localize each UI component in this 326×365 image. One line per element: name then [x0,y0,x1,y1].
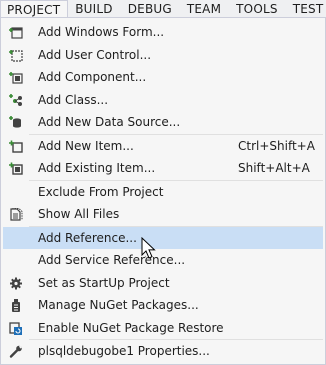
shortcut-label: Shift+Alt+A [238,161,310,176]
menu-item-label: Show All Files [38,207,120,222]
menu-test[interactable]: TEST [286,0,326,18]
menu-item-add-new-item[interactable]: Add New Item... Ctrl+Shift+A [1,135,325,158]
menu-item-label: Add Class... [38,92,109,107]
menu-item-label: plsqldebugobe1 Properties... [38,344,210,359]
menu-item-add-service-reference[interactable]: Add Service Reference... [1,249,325,272]
menu-item-label: Add Windows Form... [38,25,165,40]
new-item-icon [9,140,23,153]
menu-team[interactable]: TEAM [180,0,229,18]
menu-project[interactable]: PROJECT [0,0,69,18]
menu-build[interactable]: BUILD [68,0,120,18]
menu-item-label: Add Service Reference... [38,253,186,268]
menu-item-add-existing-item[interactable]: Add Existing Item... Shift+Alt+A [1,157,325,180]
menu-item-label: Exclude From Project [38,184,164,199]
menu-item-add-new-data-source[interactable]: Add New Data Source... [1,111,325,134]
menu-tools[interactable]: TOOLS [229,0,286,18]
menu-item-add-class[interactable]: Add Class... [1,89,325,112]
menu-item-add-user-control[interactable]: Add User Control... [1,44,325,67]
nuget-package-icon [12,299,20,312]
menu-item-add-component[interactable]: Add Component... [1,66,325,89]
menu-item-label: Add Component... [38,70,147,85]
user-control-icon [9,49,23,62]
existing-item-icon [9,162,23,175]
menu-item-add-windows-form[interactable]: Add Windows Form... [1,21,325,44]
menu-item-exclude-from-project[interactable]: Exclude From Project [1,181,325,204]
menu-debug[interactable]: DEBUG [121,0,180,18]
gear-icon [10,277,22,289]
wrench-icon [9,345,22,358]
show-all-files-icon [10,208,23,221]
component-icon [9,72,23,84]
menu-item-show-all-files[interactable]: Show All Files [1,203,325,226]
menu-item-label: Add Existing Item... [38,161,156,176]
menu-item-label: Manage NuGet Packages... [38,298,199,313]
class-icon [9,93,22,106]
menu-item-enable-nuget-package-restore[interactable]: Enable NuGet Package Restore [1,317,325,340]
menu-item-label: Set as StartUp Project [38,275,170,290]
menu-item-properties[interactable]: plsqldebugobe1 Properties... [1,340,325,363]
menu-item-label: Add New Data Source... [38,115,181,130]
windows-form-icon [9,27,23,39]
menu-item-manage-nuget-packages[interactable]: Manage NuGet Packages... [1,294,325,317]
package-restore-icon [9,321,22,335]
data-source-icon [9,116,21,128]
menu-item-label: Add Reference... [38,230,137,245]
shortcut-label: Ctrl+Shift+A [238,138,315,153]
mouse-pointer-icon [141,237,156,259]
menu-item-add-reference[interactable]: Add Reference... [3,226,323,249]
menu-bar: PROJECT BUILD DEBUG TEAM TOOLS TEST [0,0,326,18]
project-dropdown-menu: Add Windows Form... Add User Control... … [0,17,326,365]
menu-item-set-as-startup-project[interactable]: Set as StartUp Project [1,272,325,295]
menu-item-label: Add User Control... [38,47,152,62]
menu-item-label: Enable NuGet Package Restore [38,320,224,335]
menu-item-label: Add New Item... [38,138,134,153]
